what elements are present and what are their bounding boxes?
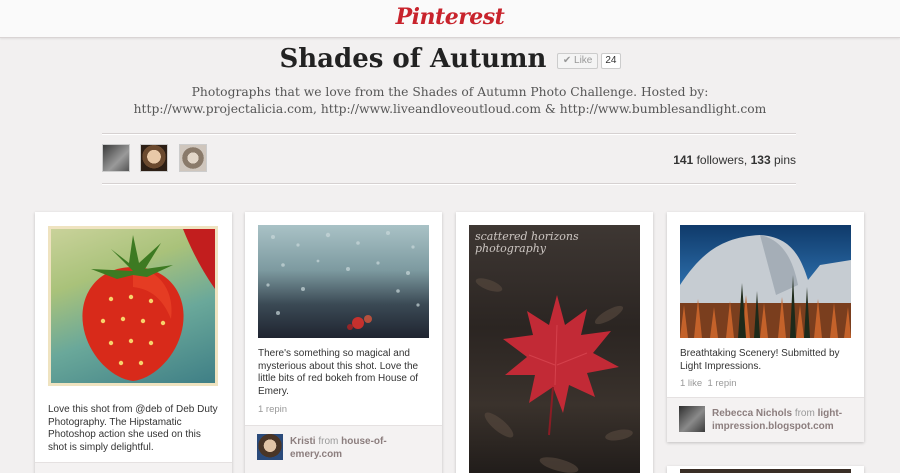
pin-card[interactable]: scattered horizons photography [456,212,653,473]
pin-attribution: Rebecca Nichols from light-impression.bl… [667,397,864,442]
pin-counts: 1 like 1 repin [680,378,737,389]
pin-card[interactable]: Love this shot from @deb of Deb Duty Pho… [35,212,232,473]
from-label: from [318,436,339,447]
pinterest-logo[interactable]: Pinterest [0,4,900,30]
pinner-info: Kristi from house-of-emery.com [290,435,434,461]
like-widget: ✔ Like 24 [556,50,621,69]
contributor-avatar[interactable] [102,144,130,172]
followers-count[interactable]: 141 [673,153,693,167]
board-header: Shades of Autumn ✔ Like 24 [0,44,900,74]
top-bar: Pinterest [0,0,900,38]
pinner-info: Rebecca Nichols from light-impression.bl… [712,407,856,433]
pin-repin-count: 1 repin [258,404,288,415]
pin-image[interactable] [680,225,851,338]
contributor-avatar[interactable] [178,144,207,172]
pinner-avatar[interactable] [679,406,705,432]
board-contributors [102,144,213,177]
board-stats: 141 followers, 133 pins [673,153,796,167]
pin-image[interactable] [258,225,429,338]
from-label: from [794,408,815,419]
followers-label: followers, [696,153,748,167]
pin-description: There's something so magical and mysteri… [258,348,419,397]
pin-description: Love this shot from @deb of Deb Duty Pho… [48,404,218,453]
pinner-avatar[interactable] [257,434,283,460]
pins-label: pins [773,153,796,167]
board-description: Photographs that we love from the Shades… [133,85,767,116]
pinner-name[interactable]: Rebecca Nichols [712,408,792,419]
like-button[interactable]: ✔ Like [556,52,599,69]
pinner-name[interactable]: Kristi [290,436,316,447]
pin-attribution: Kristi from house-of-emery.com [245,425,442,473]
pin-card[interactable]: There's something so magical and mysteri… [245,212,442,473]
pin-like-count: 1 like [680,378,703,389]
board-title: Shades of Autumn [279,44,547,74]
contributor-avatar[interactable] [140,144,169,172]
pins-count: 133 [750,153,771,167]
strawberry-image [82,229,215,381]
header-divider-bottom [102,183,796,185]
pin-repin-count: 1 repin [707,378,737,389]
pin-card[interactable] [667,466,864,473]
mountain-image [680,235,851,338]
like-count: 24 [601,52,621,69]
image-watermark-text: scattered horizons photography [475,230,579,255]
pin-image[interactable] [48,226,218,386]
maple-leaf-image [475,278,633,473]
pin-card[interactable]: Breathtaking Scenery! Submitted by Light… [667,212,864,442]
pin-image[interactable]: scattered horizons photography [469,225,640,473]
header-divider-top [102,133,796,135]
rain-window-image [266,231,420,330]
pin-attribution [35,462,232,473]
pin-description: Breathtaking Scenery! Submitted by Light… [680,348,840,372]
pin-image[interactable] [680,469,851,473]
